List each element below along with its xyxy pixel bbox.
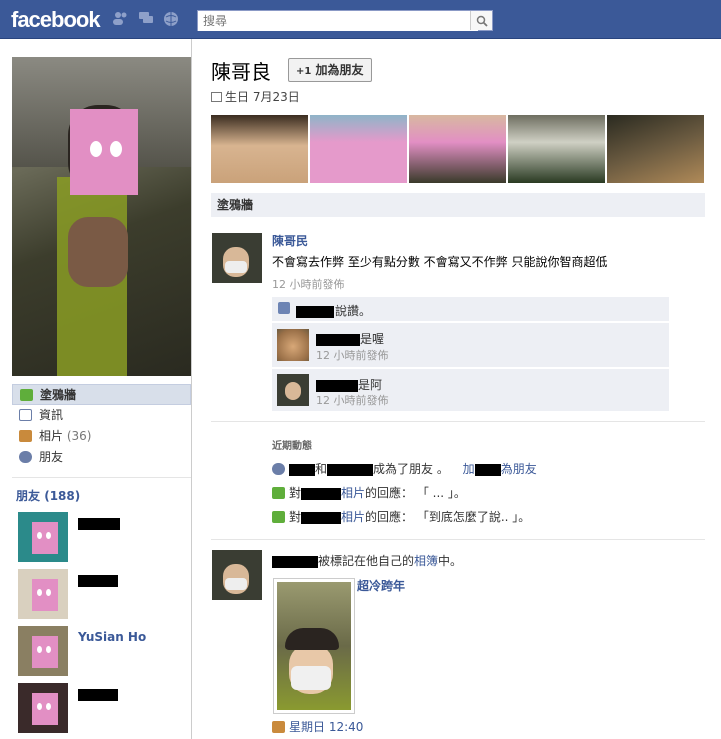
wall-icon xyxy=(20,389,33,401)
album-link[interactable]: 相簿 xyxy=(414,554,438,568)
like-text: 說讚。 xyxy=(335,304,372,318)
friend-name[interactable] xyxy=(78,687,118,701)
search-input[interactable] xyxy=(198,11,478,31)
comment: 是阿 12 小時前發佈 xyxy=(272,369,669,411)
friends-title: 朋友 xyxy=(16,489,41,503)
nav-photos[interactable]: 相片 (36) xyxy=(12,426,191,447)
comment-avatar[interactable] xyxy=(277,329,309,361)
profile-picture[interactable] xyxy=(12,57,191,376)
left-column: 塗鴉牆 資訊 相片 (36) 朋友 朋友 (188) YuSian Ho xyxy=(0,39,192,739)
friends-count: (188) xyxy=(44,489,81,503)
messages-icon[interactable] xyxy=(138,11,154,25)
friend-thumb[interactable] xyxy=(18,569,68,619)
add-friend-link[interactable]: 加為朋友 xyxy=(463,462,537,476)
photo-thumb[interactable] xyxy=(211,115,308,183)
add-friend-label: 加為朋友 xyxy=(315,63,364,77)
friend-name[interactable]: YuSian Ho xyxy=(78,630,146,644)
nav-info[interactable]: 資訊 xyxy=(12,405,191,426)
friend-thumb[interactable] xyxy=(18,683,68,733)
post-text: 不會寫去作弊 至少有點分數 不會寫又不作弊 只能說你智商超低 xyxy=(272,255,608,269)
recent-item: 和成為了朋友 。 加為朋友 xyxy=(272,460,537,477)
search-box[interactable] xyxy=(197,10,493,31)
photos-icon xyxy=(19,430,32,442)
birthday-text: 生日 7月23日 xyxy=(225,90,300,104)
comment-text: 是阿 xyxy=(358,378,383,392)
recent-activity-title: 近期動態 xyxy=(272,441,312,452)
nav-photos-label: 相片 xyxy=(39,429,64,443)
search-button[interactable] xyxy=(470,11,492,30)
post-time[interactable]: 12 小時前發佈 xyxy=(272,276,345,292)
comment: 是喔 12 小時前發佈 xyxy=(272,323,669,367)
album-post-time[interactable]: 星期日 12:40 xyxy=(289,720,363,734)
photo-thumb[interactable] xyxy=(508,115,605,183)
photo-thumb[interactable] xyxy=(409,115,506,183)
nav-wall[interactable]: 塗鴉牆 xyxy=(12,384,191,405)
album-post-time-row: 星期日 12:40 xyxy=(272,718,363,735)
nav-info-label: 資訊 xyxy=(39,408,64,422)
nav-friends[interactable]: 朋友 xyxy=(12,447,191,468)
friendship-icon xyxy=(272,463,285,475)
profile-nav: 塗鴉牆 資訊 相片 (36) 朋友 xyxy=(12,384,191,468)
facebook-logo[interactable]: facebook xyxy=(11,7,101,33)
nav-photos-count: (36) xyxy=(66,429,92,443)
wall-header: 塗鴉牆 xyxy=(211,193,705,217)
friend-name[interactable] xyxy=(78,573,118,587)
album-post-avatar[interactable] xyxy=(212,550,262,600)
photo-link[interactable]: 相片 xyxy=(341,486,365,500)
comment-time: 12 小時前發佈 xyxy=(316,349,389,362)
recent-item: 對相片的回應： 「到底怎麼了說.. 」。 xyxy=(272,508,530,525)
recent-item: 對相片的回應： 「 ... 」。 xyxy=(272,484,466,501)
photo-strip xyxy=(211,115,705,183)
notifications-globe-icon[interactable] xyxy=(163,11,179,26)
post-author[interactable]: 陳哥民 xyxy=(272,232,308,249)
info-icon xyxy=(19,409,32,421)
add-friend-button[interactable]: +1 加為朋友 xyxy=(288,58,372,82)
comment-icon xyxy=(272,487,285,499)
friends-icon xyxy=(19,451,32,463)
friend-requests-icon[interactable] xyxy=(112,11,128,25)
nav-wall-label: 塗鴉牆 xyxy=(40,388,77,402)
comment-avatar[interactable] xyxy=(277,374,309,406)
photo-thumb[interactable] xyxy=(607,115,704,183)
search-icon xyxy=(476,15,488,27)
album-post-text: 被標記在他自己的相簿中。 xyxy=(272,552,462,569)
friend-thumb[interactable] xyxy=(18,512,68,562)
photo-thumb[interactable] xyxy=(310,115,407,183)
comment-icon xyxy=(272,511,285,523)
add-friend-icon: +1 xyxy=(296,66,312,77)
like-box: 說讚。 xyxy=(272,297,669,321)
nav-friends-label: 朋友 xyxy=(39,450,64,464)
album-title[interactable]: 超冷跨年 xyxy=(357,577,405,594)
top-bar: facebook xyxy=(0,0,721,39)
friend-name[interactable] xyxy=(78,516,120,530)
post-author-avatar[interactable] xyxy=(212,233,262,283)
friends-heading[interactable]: 朋友 (188) xyxy=(16,487,80,504)
profile-name: 陳哥良 xyxy=(211,62,271,84)
like-icon xyxy=(278,302,290,314)
album-photo[interactable] xyxy=(273,578,355,714)
calendar-icon xyxy=(211,92,222,102)
photo-icon xyxy=(272,721,285,733)
friend-thumb[interactable] xyxy=(18,626,68,676)
comment-time: 12 小時前發佈 xyxy=(316,394,389,407)
comment-text: 是喔 xyxy=(360,332,385,346)
birthday-info: 生日 7月23日 xyxy=(211,88,300,105)
photo-link[interactable]: 相片 xyxy=(341,510,365,524)
